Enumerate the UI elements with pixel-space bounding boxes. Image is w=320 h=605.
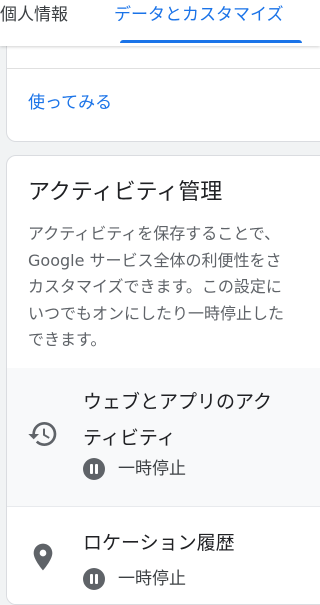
pause-icon xyxy=(83,458,105,480)
web-app-activity-row[interactable]: ウェブとアプリのアク ティビティ 一時停止 xyxy=(7,368,320,506)
card-description: アクティビティを保存することで、 Google サービス全体の利便性をさ カスタ… xyxy=(28,224,285,349)
row-title: ロケーション履歴 xyxy=(83,532,235,554)
card-title: アクティビティ管理 xyxy=(28,180,223,205)
tab-personal-info[interactable]: 個人情報 xyxy=(0,3,68,27)
top-card: 使ってみる xyxy=(6,46,320,142)
row-title: ウェブとアプリのアク ティビティ xyxy=(83,391,273,449)
try-it-link[interactable]: 使ってみる xyxy=(28,91,112,115)
active-tab-indicator xyxy=(120,40,302,43)
tab-bar: 個人情報 データとカスタマイズ xyxy=(0,0,320,46)
status-label: 一時停止 xyxy=(118,569,186,589)
history-icon xyxy=(28,422,57,446)
status-indicator: 一時停止 xyxy=(83,456,186,482)
location-pin-icon xyxy=(33,543,53,571)
status-indicator: 一時停止 xyxy=(83,566,186,592)
activity-controls-card: アクティビティ管理 アクティビティを保存することで、 Google サービス全体… xyxy=(6,155,320,605)
location-history-row[interactable]: ロケーション履歴 一時停止 xyxy=(7,506,320,604)
status-label: 一時停止 xyxy=(118,459,186,479)
tab-data-customization[interactable]: データとカスタマイズ xyxy=(114,3,284,27)
pause-icon xyxy=(83,568,105,590)
card-divider xyxy=(7,68,320,69)
